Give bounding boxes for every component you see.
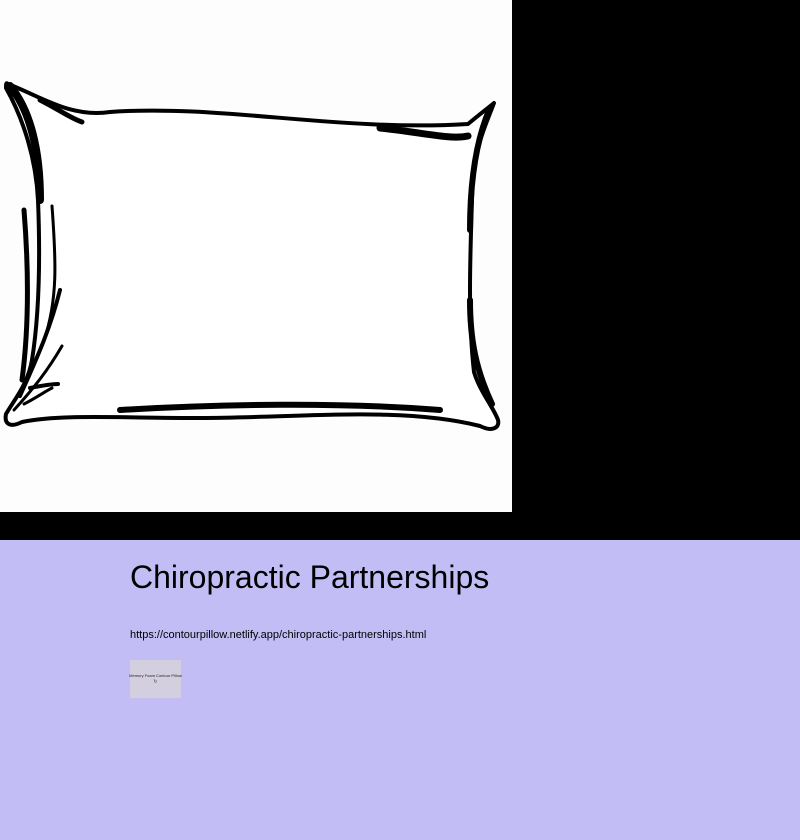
pillow-illustration xyxy=(0,0,512,512)
page-url-link[interactable]: https://contourpillow.netlify.app/chirop… xyxy=(130,629,426,641)
thumbnail-image[interactable]: Memory Foam Contour Pillow ↻ xyxy=(129,660,182,698)
content-section: Chiropractic Partnerships https://contou… xyxy=(0,540,800,840)
page-title: Chiropractic Partnerships xyxy=(130,559,490,595)
reload-icon: ↻ xyxy=(153,679,158,685)
hero-section xyxy=(0,0,800,540)
pillow-outline-svg xyxy=(3,81,501,431)
